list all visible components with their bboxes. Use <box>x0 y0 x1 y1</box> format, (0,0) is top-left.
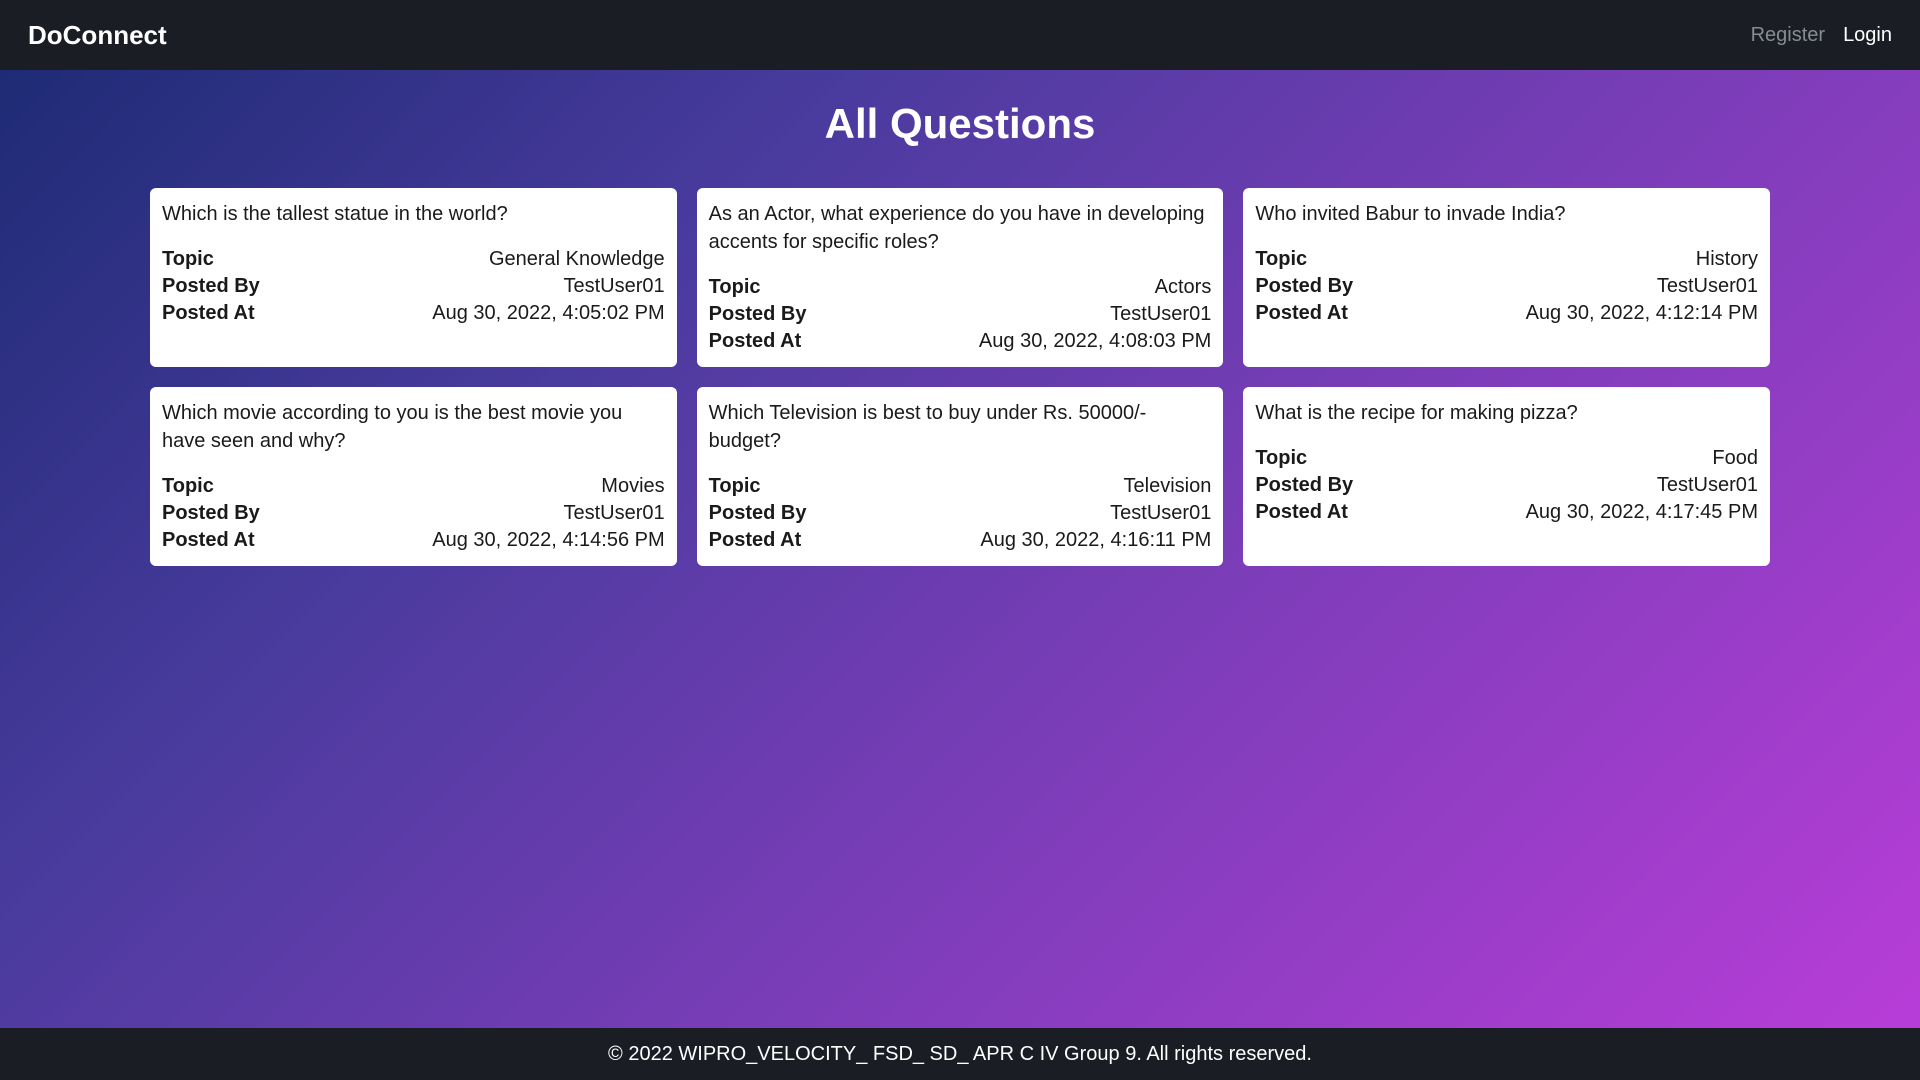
question-card[interactable]: Who invited Babur to invade India? Topic… <box>1243 188 1770 367</box>
meta-row-posted-by: Posted By TestUser01 <box>709 502 1212 525</box>
meta-row-posted-by: Posted By TestUser01 <box>709 303 1212 326</box>
meta-row-posted-at: Posted At Aug 30, 2022, 4:08:03 PM <box>709 330 1212 353</box>
cards-container: Which is the tallest statue in the world… <box>130 188 1790 566</box>
posted-by-label: Posted By <box>162 502 260 525</box>
card-meta: Topic History Posted By TestUser01 Poste… <box>1255 248 1758 325</box>
brand-logo[interactable]: DoConnect <box>28 20 167 51</box>
posted-at-value: Aug 30, 2022, 4:17:45 PM <box>1526 501 1758 524</box>
meta-row-topic: Topic General Knowledge <box>162 248 665 271</box>
posted-at-value: Aug 30, 2022, 4:05:02 PM <box>432 302 664 325</box>
posted-at-value: Aug 30, 2022, 4:14:56 PM <box>432 529 664 552</box>
posted-at-value: Aug 30, 2022, 4:16:11 PM <box>980 529 1211 552</box>
topic-value: Television <box>1124 475 1212 498</box>
posted-at-value: Aug 30, 2022, 4:12:14 PM <box>1526 302 1758 325</box>
footer-text: © 2022 WIPRO_VELOCITY_ FSD_ SD_ APR C IV… <box>608 1043 1312 1066</box>
question-text: As an Actor, what experience do you have… <box>709 200 1212 256</box>
main-content: All Questions Which is the tallest statu… <box>0 70 1920 1028</box>
posted-by-label: Posted By <box>1255 474 1353 497</box>
login-link[interactable]: Login <box>1843 24 1892 47</box>
meta-row-topic: Topic History <box>1255 248 1758 271</box>
posted-by-value: TestUser01 <box>1110 502 1211 525</box>
posted-at-label: Posted At <box>1255 302 1348 325</box>
meta-row-posted-at: Posted At Aug 30, 2022, 4:05:02 PM <box>162 302 665 325</box>
posted-at-label: Posted At <box>162 302 255 325</box>
posted-by-label: Posted By <box>709 502 807 525</box>
card-meta: Topic Actors Posted By TestUser01 Posted… <box>709 276 1212 353</box>
meta-row-topic: Topic Movies <box>162 475 665 498</box>
card-meta: Topic Television Posted By TestUser01 Po… <box>709 475 1212 552</box>
nav-links: Register Login <box>1751 24 1892 47</box>
posted-by-value: TestUser01 <box>1657 474 1758 497</box>
posted-at-label: Posted At <box>1255 501 1348 524</box>
meta-row-posted-at: Posted At Aug 30, 2022, 4:16:11 PM <box>709 529 1212 552</box>
question-card[interactable]: Which movie according to you is the best… <box>150 387 677 566</box>
posted-at-label: Posted At <box>162 529 255 552</box>
footer: © 2022 WIPRO_VELOCITY_ FSD_ SD_ APR C IV… <box>0 1028 1920 1080</box>
navbar: DoConnect Register Login <box>0 0 1920 70</box>
question-text: Which movie according to you is the best… <box>162 399 665 455</box>
question-text: Who invited Babur to invade India? <box>1255 200 1758 228</box>
topic-value: History <box>1696 248 1758 271</box>
posted-by-value: TestUser01 <box>564 502 665 525</box>
topic-value: Food <box>1712 447 1758 470</box>
card-meta: Topic Movies Posted By TestUser01 Posted… <box>162 475 665 552</box>
posted-at-label: Posted At <box>709 529 802 552</box>
topic-label: Topic <box>162 248 214 271</box>
question-card[interactable]: Which is the tallest statue in the world… <box>150 188 677 367</box>
posted-by-label: Posted By <box>162 275 260 298</box>
topic-label: Topic <box>1255 447 1307 470</box>
topic-label: Topic <box>709 276 761 299</box>
posted-at-label: Posted At <box>709 330 802 353</box>
card-meta: Topic Food Posted By TestUser01 Posted A… <box>1255 447 1758 524</box>
meta-row-posted-at: Posted At Aug 30, 2022, 4:17:45 PM <box>1255 501 1758 524</box>
question-card[interactable]: Which Television is best to buy under Rs… <box>697 387 1224 566</box>
posted-at-value: Aug 30, 2022, 4:08:03 PM <box>979 330 1211 353</box>
card-meta: Topic General Knowledge Posted By TestUs… <box>162 248 665 325</box>
meta-row-posted-at: Posted At Aug 30, 2022, 4:12:14 PM <box>1255 302 1758 325</box>
meta-row-posted-by: Posted By TestUser01 <box>162 275 665 298</box>
posted-by-value: TestUser01 <box>1657 275 1758 298</box>
register-link[interactable]: Register <box>1751 24 1825 47</box>
topic-value: Movies <box>601 475 664 498</box>
meta-row-topic: Topic Television <box>709 475 1212 498</box>
meta-row-posted-at: Posted At Aug 30, 2022, 4:14:56 PM <box>162 529 665 552</box>
question-text: Which is the tallest statue in the world… <box>162 200 665 228</box>
topic-value: General Knowledge <box>489 248 665 271</box>
question-text: What is the recipe for making pizza? <box>1255 399 1758 427</box>
meta-row-topic: Topic Actors <box>709 276 1212 299</box>
posted-by-value: TestUser01 <box>1110 303 1211 326</box>
posted-by-label: Posted By <box>709 303 807 326</box>
topic-value: Actors <box>1155 276 1212 299</box>
topic-label: Topic <box>709 475 761 498</box>
meta-row-posted-by: Posted By TestUser01 <box>1255 275 1758 298</box>
posted-by-label: Posted By <box>1255 275 1353 298</box>
question-card[interactable]: What is the recipe for making pizza? Top… <box>1243 387 1770 566</box>
meta-row-posted-by: Posted By TestUser01 <box>1255 474 1758 497</box>
question-card[interactable]: As an Actor, what experience do you have… <box>697 188 1224 367</box>
topic-label: Topic <box>1255 248 1307 271</box>
page-title: All Questions <box>0 100 1920 148</box>
question-text: Which Television is best to buy under Rs… <box>709 399 1212 455</box>
topic-label: Topic <box>162 475 214 498</box>
meta-row-topic: Topic Food <box>1255 447 1758 470</box>
meta-row-posted-by: Posted By TestUser01 <box>162 502 665 525</box>
posted-by-value: TestUser01 <box>564 275 665 298</box>
